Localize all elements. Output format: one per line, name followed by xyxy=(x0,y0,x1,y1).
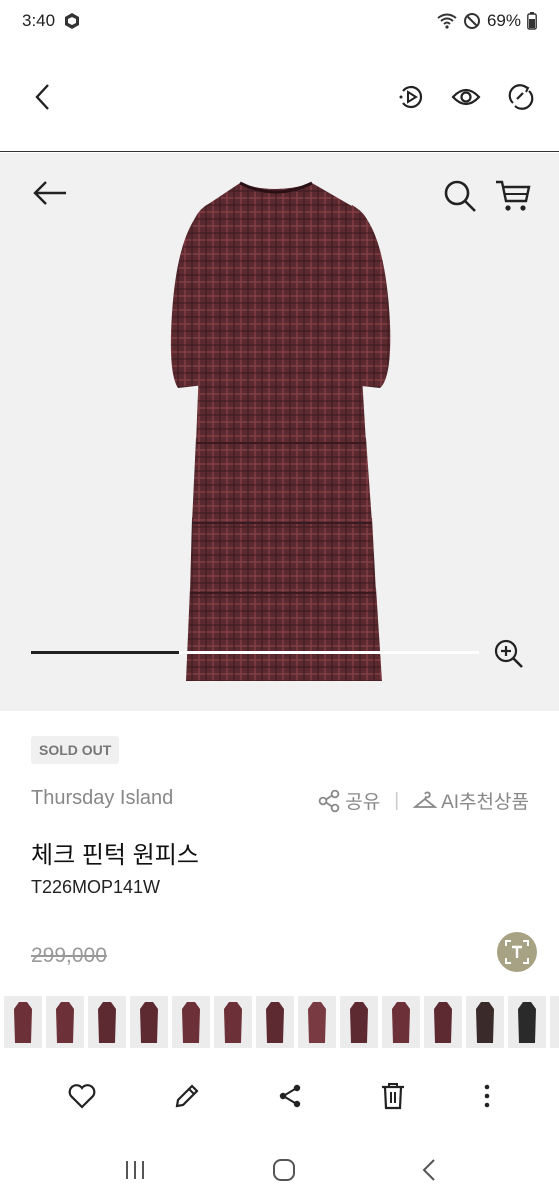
thumbnail[interactable] xyxy=(298,996,336,1048)
thumbnail-strip xyxy=(0,996,559,1052)
battery-percent: 69% xyxy=(486,11,521,30)
zoom-in-icon[interactable] xyxy=(494,639,524,669)
thumbnail[interactable] xyxy=(4,996,42,1048)
share-label: 공유 xyxy=(345,792,381,813)
product-name: 체크 핀턱 원피스 xyxy=(31,842,199,869)
app-notification-icon xyxy=(63,12,81,30)
thumbnail[interactable] xyxy=(466,996,504,1048)
original-price: 299,000 xyxy=(31,944,107,967)
more-options-icon[interactable] xyxy=(483,1083,491,1109)
battery-icon xyxy=(527,12,537,30)
product-code: T226MOP141W xyxy=(31,877,161,897)
ai-recommend-label: AI추천상품 xyxy=(441,792,529,813)
share-actions: 공유 | AI추천상품 xyxy=(317,787,529,814)
status-bar: 3:40 69% xyxy=(0,0,559,42)
text-extract-button[interactable] xyxy=(497,932,537,972)
carousel-progress-bar xyxy=(31,651,479,654)
product-hero-image[interactable] xyxy=(0,153,559,711)
share-icon xyxy=(317,789,341,813)
hanger-icon xyxy=(413,791,438,811)
thumbnail[interactable] xyxy=(424,996,462,1048)
system-nav-bar xyxy=(0,1140,559,1200)
ai-recommend-button[interactable]: AI추천상품 xyxy=(413,787,529,814)
text-recognition-icon xyxy=(504,939,530,965)
thumbnail[interactable] xyxy=(340,996,378,1048)
thumbnail[interactable] xyxy=(214,996,252,1048)
thumbnail[interactable] xyxy=(130,996,168,1048)
thumbnail[interactable] xyxy=(256,996,294,1048)
do-not-disturb-icon xyxy=(463,12,481,30)
eye-icon[interactable] xyxy=(451,86,481,108)
viewer-top-bar xyxy=(0,42,559,152)
favorite-heart-icon[interactable] xyxy=(68,1083,96,1109)
carousel-progress-fill xyxy=(31,651,179,654)
wifi-icon xyxy=(437,13,457,29)
brand-name[interactable]: Thursday Island xyxy=(31,787,173,810)
separator: | xyxy=(394,789,400,811)
share-nodes-icon[interactable] xyxy=(277,1083,303,1109)
thumbnail[interactable] xyxy=(172,996,210,1048)
thumbnail[interactable] xyxy=(46,996,84,1048)
thumbnail[interactable] xyxy=(508,996,546,1048)
back-nav-icon[interactable] xyxy=(421,1158,437,1182)
remaster-icon[interactable] xyxy=(507,83,535,111)
delete-trash-icon[interactable] xyxy=(380,1082,406,1110)
edit-pencil-icon[interactable] xyxy=(173,1082,201,1110)
motion-photo-icon[interactable] xyxy=(397,83,425,111)
home-icon[interactable] xyxy=(272,1158,296,1182)
share-button[interactable]: 공유 xyxy=(317,787,380,814)
product-info: SOLD OUT Thursday Island 공유 | AI추천상품 체크 … xyxy=(0,711,559,1001)
dress-illustration xyxy=(170,181,391,681)
sold-out-badge: SOLD OUT xyxy=(31,736,120,764)
thumbnail[interactable] xyxy=(88,996,126,1048)
back-chevron-icon[interactable] xyxy=(32,83,54,111)
recent-apps-icon[interactable] xyxy=(123,1159,147,1181)
thumbnail[interactable] xyxy=(382,996,420,1048)
gallery-toolbar xyxy=(0,1052,559,1140)
thumbnail[interactable] xyxy=(550,996,559,1048)
status-time: 3:40 xyxy=(22,11,56,30)
